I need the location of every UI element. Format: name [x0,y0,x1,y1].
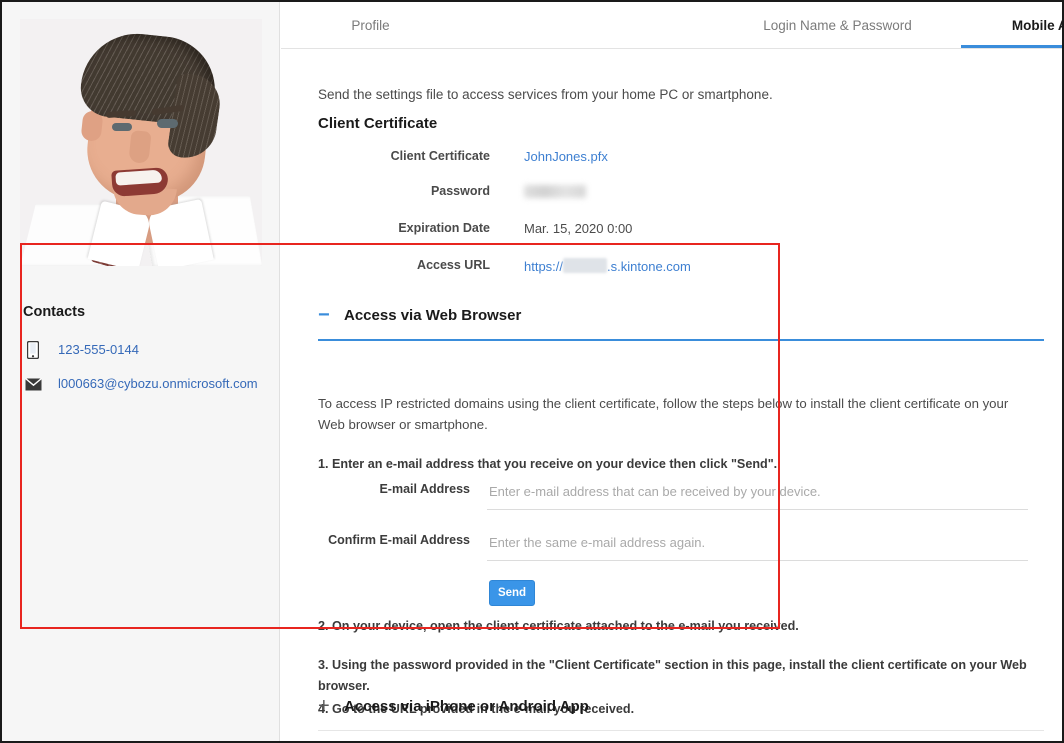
access-url-prefix: https:// [524,259,564,274]
tab-mobile-access[interactable]: Mobile Access [961,2,1062,48]
confirm-email-address-input[interactable] [487,530,1028,561]
section-access-via-web-browser: − Access via Web Browser To access IP re… [318,297,1044,716]
mobile-phone-icon [23,340,43,360]
app-window: Contacts 123-555-0144 l000663@cybozu.onm… [0,0,1064,743]
cert-value-password [524,184,586,199]
section-web-browser-header[interactable]: − Access via Web Browser [318,297,1044,333]
section-access-via-app: + Access via iPhone or Android App [318,688,1044,731]
envelope-icon [23,374,43,394]
section-web-browser-description: To access IP restricted domains using th… [318,396,1009,432]
cert-label-password: Password [430,184,490,198]
main-content: Send the settings file to access service… [281,49,1062,741]
step-2-text: 2. On your device, open the client certi… [318,619,799,633]
section-web-browser-underline [318,339,1044,341]
redacted-subdomain [563,258,608,273]
tab-mobile-access-label: Mobile Access [1011,17,1062,33]
cert-row-expiration-date: Expiration Date Mar. 15, 2020 0:00 [318,221,1018,251]
user-sidebar: Contacts 123-555-0144 l000663@cybozu.onm… [2,2,280,741]
email-address-label: E-mail Address [379,482,470,496]
avatar [20,19,262,266]
step-1-text: 1. Enter an e-mail address that you rece… [318,457,778,471]
confirm-email-address-label: Confirm E-mail Address [328,533,470,547]
avatar-photo [20,19,262,266]
client-certificate-heading: Client Certificate [318,115,438,132]
cert-row-password: Password [318,184,1018,214]
cert-row-access-url: Access URL https:// .s.kintone.com [318,258,1018,288]
contact-email-value[interactable]: l000663@cybozu.onmicrosoft.com [58,375,286,393]
cert-row-client-certificate: Client Certificate JohnJones.pfx [318,149,1018,179]
section-app-header[interactable]: + Access via iPhone or Android App [318,688,1044,724]
plus-icon[interactable]: + [318,696,340,716]
section-app-title: Access via iPhone or Android App [344,697,589,715]
intro-text: Send the settings file to access service… [318,87,773,102]
cert-value-client-certificate[interactable]: JohnJones.pfx [524,149,608,164]
cert-label-client-certificate: Client Certificate [390,149,490,163]
cert-label-expiration-date: Expiration Date [398,221,490,235]
cert-value-access-url[interactable]: https:// .s.kintone.com [524,258,691,274]
contact-phone-value[interactable]: 123-555-0144 [58,341,286,359]
tab-login-name-password-label: Login Name & Password [763,17,912,33]
contacts-heading: Contacts [23,304,86,320]
email-address-input[interactable] [487,479,1028,510]
tab-profile-label: Profile [351,17,390,33]
redacted-password [524,185,586,198]
cert-label-access-url: Access URL [417,258,490,272]
section-web-browser-title: Access via Web Browser [344,306,522,324]
tab-profile[interactable]: Profile [306,2,435,48]
access-url-suffix: .s.kintone.com [607,259,691,274]
section-app-underline [318,730,1044,731]
minus-icon[interactable]: − [318,305,340,325]
tab-bar: Profile Login Name & Password Mobile Acc… [281,2,1062,49]
tab-login-name-password[interactable]: Login Name & Password [700,2,975,48]
send-button[interactable]: Send [489,580,535,606]
cert-value-expiration-date: Mar. 15, 2020 0:00 [524,221,633,236]
